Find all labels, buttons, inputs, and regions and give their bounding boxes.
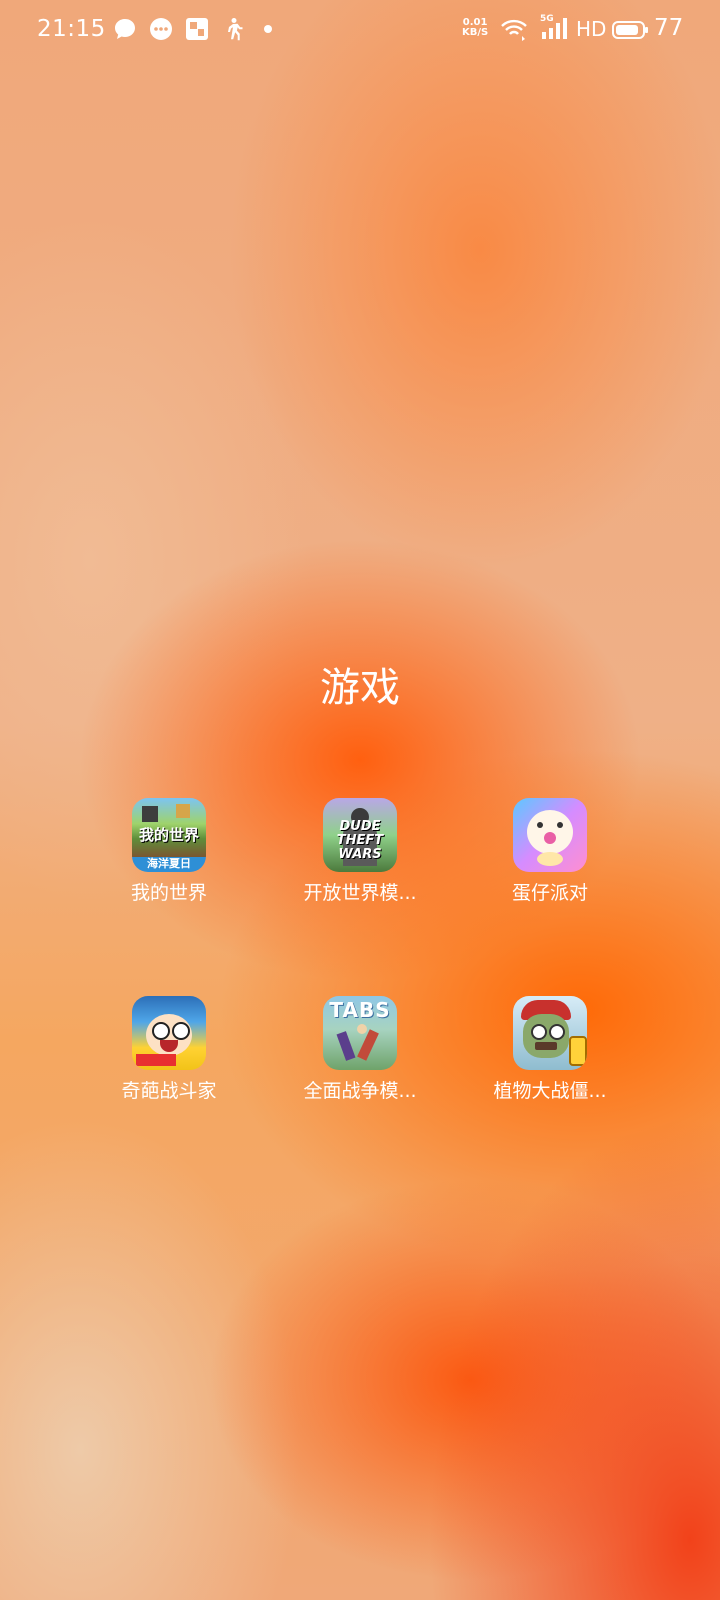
network-speed-unit: KB/S	[462, 27, 489, 38]
tabs-icon-title: TABS	[329, 998, 391, 1022]
status-time: 21:15	[37, 16, 106, 42]
tabs-app-icon[interactable]: TABS	[323, 996, 397, 1070]
eggy-party-app-icon[interactable]	[513, 798, 587, 872]
app-eggy-party[interactable]: 蛋仔派对	[475, 798, 625, 905]
app-tabs[interactable]: TABS 全面战争模...	[285, 996, 435, 1103]
signal-icon	[542, 18, 567, 39]
dude-theft-wars-app-icon[interactable]: DUDE THEFT WARS	[323, 798, 397, 872]
app-notification-icon	[186, 18, 208, 40]
status-bar: 21:15 0.01 KB/S 5G HD 77	[0, 0, 720, 62]
app-plants-vs-zombies[interactable]: 植物大战僵...	[475, 996, 625, 1103]
minecraft-icon-title: 我的世界	[138, 826, 199, 844]
folder-title[interactable]: 游戏	[0, 655, 720, 713]
app-label: 植物大战僵...	[493, 1080, 607, 1102]
battery-icon	[612, 21, 648, 39]
app-label: 我的世界	[130, 882, 207, 904]
app-dude-theft-wars[interactable]: DUDE THEFT WARS 开放世界模...	[285, 798, 435, 905]
wifi-icon	[501, 19, 527, 41]
message-bubble-icon	[115, 19, 135, 39]
battery-level: 77	[654, 15, 684, 41]
dot-icon	[264, 25, 272, 33]
plants-vs-zombies-app-icon[interactable]	[513, 996, 587, 1070]
minecraft-icon-subtitle: 海洋夏日	[147, 857, 191, 870]
dude-theft-wars-icon-title: DUDE THEFT WARS	[336, 819, 384, 862]
app-label: 蛋仔派对	[511, 882, 588, 904]
network-speed: 0.01 KB/S	[462, 18, 488, 38]
app-label: 开放世界模...	[303, 882, 417, 904]
minecraft-app-icon[interactable]: 我的世界 海洋夏日	[132, 798, 206, 872]
app-odd-fighter[interactable]: 奇葩战斗家	[94, 996, 244, 1103]
app-label: 奇葩战斗家	[121, 1080, 217, 1102]
hd-label: HD	[576, 17, 607, 41]
app-minecraft[interactable]: 我的世界 海洋夏日 我的世界	[94, 798, 244, 905]
walking-icon	[228, 18, 243, 41]
odd-fighter-app-icon[interactable]	[132, 996, 206, 1070]
app-label: 全面战争模...	[303, 1080, 417, 1102]
chat-icon	[150, 18, 172, 40]
signal-indicator: 5G	[540, 14, 570, 41]
